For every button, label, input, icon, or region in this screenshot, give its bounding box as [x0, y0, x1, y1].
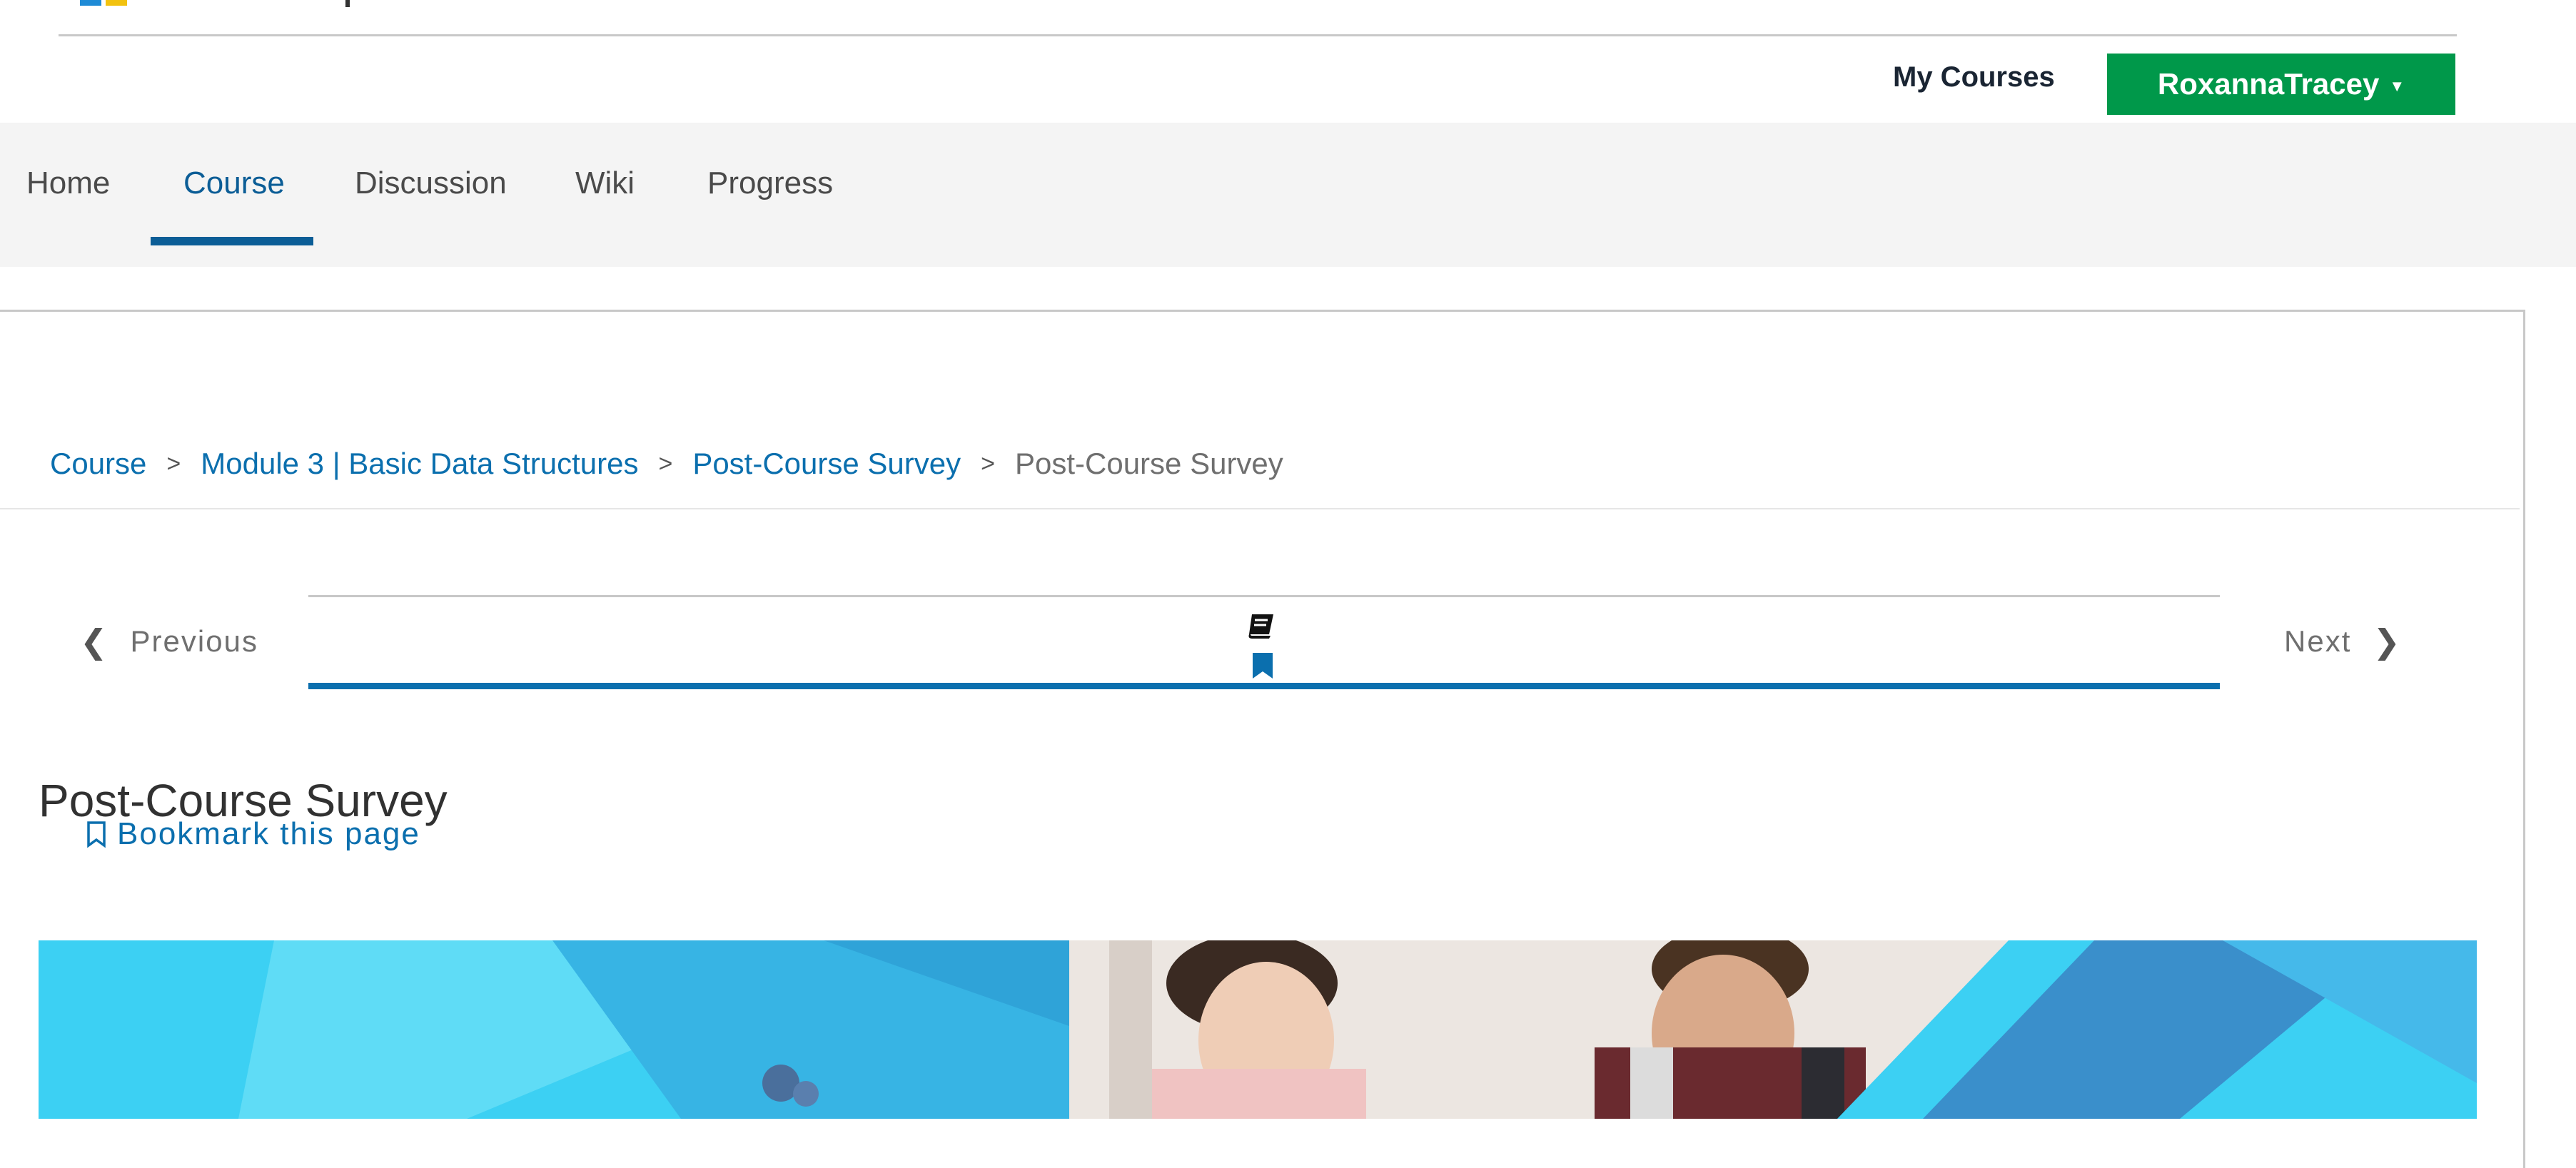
bookmark-outline-icon: [87, 821, 106, 848]
breadcrumb-divider: [0, 508, 2520, 509]
people-at-laptop-image: [39, 940, 2477, 1119]
chevron-left-icon: ❮: [80, 623, 109, 660]
tab-course[interactable]: Course: [183, 166, 285, 201]
active-tab-indicator: [151, 237, 313, 245]
book-icon: [1248, 614, 1273, 639]
my-courses-link[interactable]: My Courses: [1893, 61, 2055, 93]
tab-wiki[interactable]: Wiki: [575, 166, 635, 201]
course-tabs: Home Course Discussion Wiki Progress: [0, 123, 2576, 267]
breadcrumb-course[interactable]: Course: [50, 447, 146, 481]
unit-tab[interactable]: [308, 595, 2220, 689]
breadcrumb: Course > Module 3 | Basic Data Structure…: [50, 447, 1283, 481]
header-divider: [59, 34, 2457, 36]
tab-progress[interactable]: Progress: [707, 166, 833, 201]
previous-label: Previous: [130, 624, 258, 658]
breadcrumb-module[interactable]: Module 3 | Basic Data Structures: [201, 447, 638, 481]
logo[interactable]: [80, 0, 350, 7]
site-header: My Courses RoxannaTracey ▼: [0, 0, 2576, 123]
next-label: Next: [2284, 624, 2352, 658]
tab-discussion[interactable]: Discussion: [355, 166, 507, 201]
chevron-right-icon: >: [658, 450, 673, 477]
survey-banner-image: [39, 940, 2477, 1119]
user-menu-button[interactable]: RoxannaTracey ▼: [2107, 54, 2455, 115]
chevron-right-icon: ❯: [2373, 623, 2402, 660]
chevron-right-icon: >: [166, 450, 181, 477]
sequence-navigation: ❮ Previous Next ❯: [0, 585, 2520, 699]
previous-button[interactable]: ❮ Previous: [80, 622, 258, 661]
username-label: RoxannaTracey: [2157, 67, 2380, 101]
bookmark-button[interactable]: Bookmark this page: [86, 816, 420, 852]
tab-home[interactable]: Home: [26, 166, 110, 201]
caret-down-icon: ▼: [2389, 77, 2405, 95]
breadcrumb-current: Post-Course Survey: [1014, 447, 1283, 480]
bookmark-filled-icon: [1253, 653, 1273, 679]
next-button[interactable]: Next ❯: [2284, 622, 2402, 661]
bookmark-label: Bookmark this page: [117, 816, 420, 851]
breadcrumb-subsection[interactable]: Post-Course Survey: [692, 447, 961, 481]
chevron-right-icon: >: [981, 450, 995, 477]
